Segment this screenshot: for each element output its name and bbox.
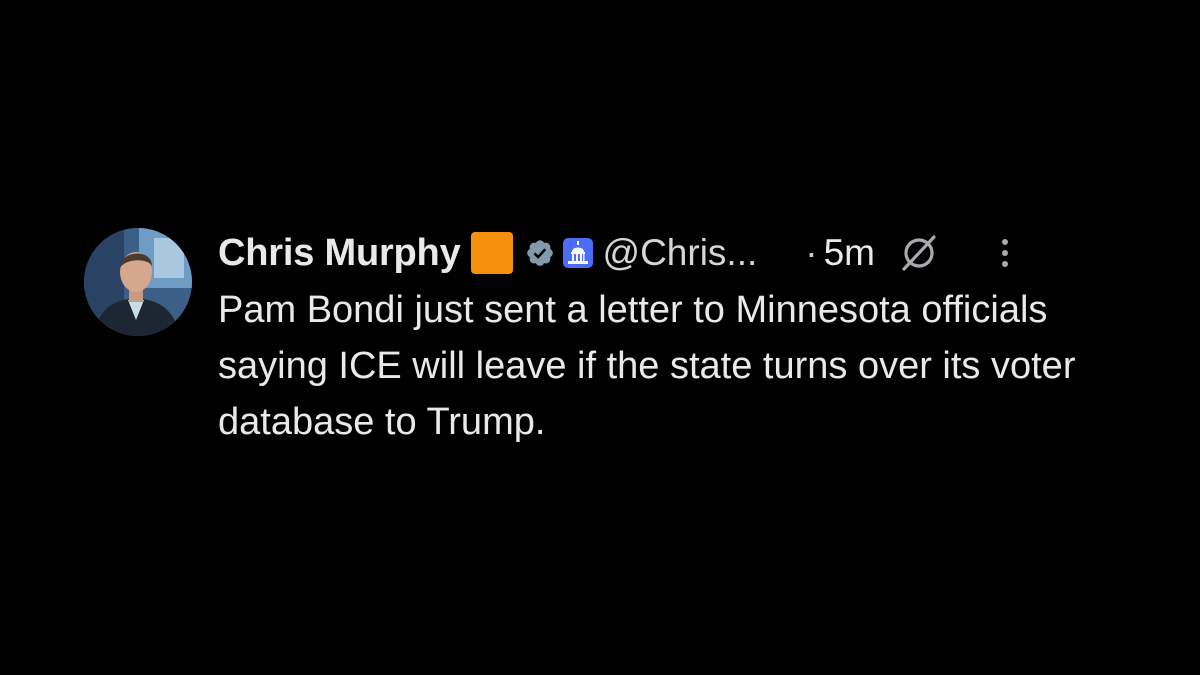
tweet[interactable]: Chris Murphy @Chris... · 5m Pam Bondi ju… xyxy=(84,228,1164,450)
tweet-text: Pam Bondi just sent a letter to Minnesot… xyxy=(218,289,1076,443)
tweet-content: Chris Murphy @Chris... · 5m Pam Bondi ju… xyxy=(218,228,1164,450)
verified-badge-icon[interactable] xyxy=(525,238,555,268)
avatar-photo xyxy=(84,228,192,336)
grok-icon[interactable] xyxy=(899,233,939,273)
timestamp[interactable]: 5m xyxy=(824,232,875,274)
capitol-building-icon[interactable] xyxy=(562,238,593,268)
avatar[interactable] xyxy=(84,228,192,336)
orange-square-icon xyxy=(470,232,513,274)
separator-dot: · xyxy=(805,232,818,273)
author-handle[interactable]: @Chris... xyxy=(603,232,758,274)
more-options-icon[interactable] xyxy=(999,235,1011,271)
author-name[interactable]: Chris Murphy xyxy=(218,232,461,275)
tweet-header: Chris Murphy @Chris... · 5m xyxy=(218,228,1164,278)
